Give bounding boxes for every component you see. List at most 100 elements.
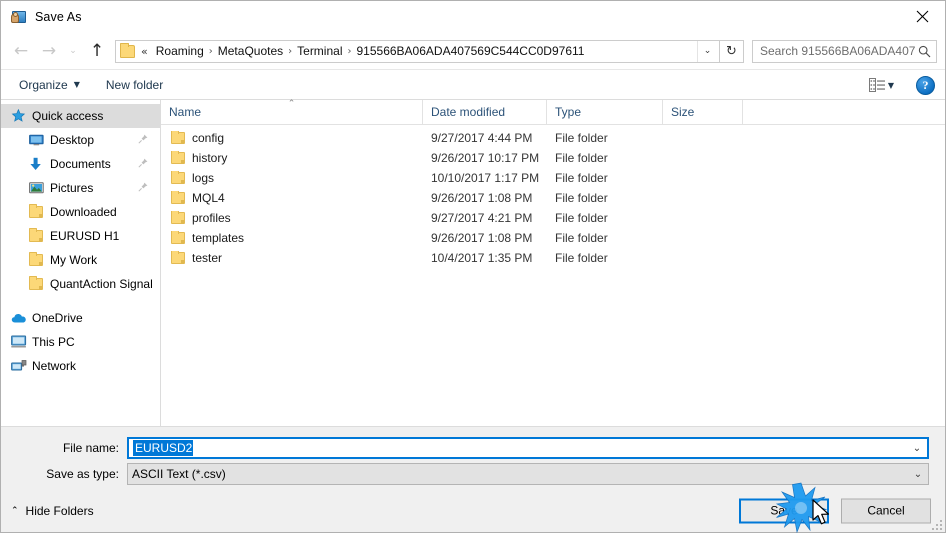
search-input[interactable]: Search 915566BA06ADA40756...: [760, 44, 916, 58]
file-name-input[interactable]: EURUSD2 ⌄: [127, 437, 929, 459]
sidebar-item-network[interactable]: Network: [1, 354, 160, 378]
hide-folders-button[interactable]: ⌃ Hide Folders: [11, 504, 94, 518]
resize-grip[interactable]: [929, 517, 942, 530]
sidebar-item-documents[interactable]: Documents: [1, 152, 160, 176]
table-row[interactable]: logs 10/10/2017 1:17 PM File folder: [161, 168, 945, 188]
view-list-icon: [868, 78, 885, 92]
file-name-cell: profiles: [161, 211, 423, 225]
address-bar[interactable]: « Roaming › MetaQuotes › Terminal › 9155…: [115, 39, 720, 63]
organize-button[interactable]: Organize ▼: [19, 78, 80, 92]
sidebar-item-quick-access[interactable]: Quick access: [1, 104, 160, 128]
file-name-value: EURUSD2: [133, 440, 194, 456]
network-icon: [11, 359, 28, 373]
pin-icon[interactable]: [138, 157, 148, 171]
sidebar-item-eurusd-h1[interactable]: EURUSD H1: [1, 224, 160, 248]
save-form: File name: EURUSD2 ⌄ Save as type: ASCII…: [1, 426, 945, 489]
up-arrow-icon: ↑: [89, 40, 105, 61]
file-name: logs: [192, 171, 215, 185]
folder-icon: [171, 131, 185, 144]
refresh-button[interactable]: ↻: [720, 39, 744, 63]
sidebar-item-onedrive[interactable]: OneDrive: [1, 306, 160, 330]
help-button[interactable]: ?: [916, 75, 935, 95]
table-row[interactable]: templates 9/26/2017 1:08 PM File folder: [161, 228, 945, 248]
pin-icon[interactable]: [138, 181, 148, 195]
cancel-button[interactable]: Cancel: [841, 498, 931, 523]
sidebar-item-label: Documents: [50, 157, 111, 171]
file-name: profiles: [192, 211, 231, 225]
file-type: File folder: [555, 211, 608, 225]
sidebar-item-desktop[interactable]: Desktop: [1, 128, 160, 152]
column-header-name[interactable]: ⌃ Name: [161, 100, 423, 124]
sidebar-item-label: Network: [32, 359, 77, 373]
chevron-down-icon[interactable]: ⌄: [908, 469, 928, 480]
file-name-label: File name:: [62, 441, 119, 455]
file-name: tester: [192, 251, 223, 265]
breadcrumb-overflow-icon[interactable]: «: [139, 45, 152, 58]
address-dropdown-button[interactable]: ⌄: [697, 40, 717, 62]
table-row[interactable]: MQL4 9/26/2017 1:08 PM File folder: [161, 188, 945, 208]
new-folder-button[interactable]: New folder: [106, 78, 163, 92]
sidebar-item-label: Quick access: [32, 109, 104, 123]
save-as-type-label: Save as type:: [46, 467, 119, 481]
search-icon: [916, 45, 932, 58]
pin-icon[interactable]: [138, 133, 148, 147]
folder-icon: [171, 231, 185, 244]
footer-button-group: Save Cancel: [739, 498, 931, 523]
breadcrumb-item-terminal[interactable]: Terminal: [293, 42, 346, 60]
help-label: ?: [922, 77, 929, 92]
table-row[interactable]: config 9/27/2017 4:44 PM File folder: [161, 128, 945, 148]
onedrive-icon: [11, 312, 28, 324]
file-name-cell: config: [161, 131, 423, 145]
column-header-size[interactable]: Size: [663, 100, 743, 124]
search-box[interactable]: Search 915566BA06ADA40756...: [752, 39, 937, 63]
table-row[interactable]: profiles 9/27/2017 4:21 PM File folder: [161, 208, 945, 228]
chevron-up-icon: ⌃: [11, 505, 19, 516]
file-type: File folder: [555, 251, 608, 265]
breadcrumb-item-roaming[interactable]: Roaming: [152, 42, 208, 60]
column-headers: ⌃ Name Date modified Type Size: [161, 100, 945, 125]
sidebar-item-my-work[interactable]: My Work: [1, 248, 160, 272]
save-button[interactable]: Save: [739, 498, 829, 523]
cancel-button-label: Cancel: [867, 503, 905, 518]
forward-arrow-icon: →: [41, 40, 57, 61]
forward-button[interactable]: →: [35, 37, 63, 65]
file-name-cell: MQL4: [161, 191, 423, 205]
file-name: history: [192, 151, 228, 165]
sidebar-item-this-pc[interactable]: This PC: [1, 330, 160, 354]
chevron-down-icon[interactable]: ⌄: [907, 443, 927, 454]
change-view-button[interactable]: ▼: [868, 78, 894, 92]
file-date: 10/4/2017 1:35 PM: [431, 251, 533, 265]
folder-icon: [120, 42, 135, 58]
sidebar-item-label: QuantAction Signal: [50, 277, 153, 291]
breadcrumb-item-metaquotes[interactable]: MetaQuotes: [214, 42, 287, 60]
sidebar-item-pictures[interactable]: Pictures: [1, 176, 160, 200]
folder-icon: [29, 252, 46, 266]
file-type: File folder: [555, 171, 608, 185]
chevron-down-icon: ▼: [887, 80, 894, 90]
window-title: Save As: [35, 10, 82, 24]
sidebar-item-label: Pictures: [50, 181, 94, 195]
breadcrumb-item-terminal-id[interactable]: 915566BA06ADA407569C544CC0D97611: [353, 42, 589, 60]
table-row[interactable]: history 9/26/2017 10:17 PM File folder: [161, 148, 945, 168]
up-button[interactable]: ↑: [83, 37, 111, 65]
recent-locations-button[interactable]: ⌄: [63, 37, 83, 65]
save-as-type-select[interactable]: ASCII Text (*.csv) ⌄: [127, 463, 929, 485]
navigation-bar: ← → ⌄ ↑ « Roaming › MetaQuotes › Termina…: [1, 33, 945, 69]
folder-icon: [171, 171, 185, 184]
file-name-cell: templates: [161, 231, 423, 245]
file-name-cell: logs: [161, 171, 423, 185]
back-arrow-icon: ←: [13, 40, 29, 61]
save-as-dialog: Save As ← → ⌄ ↑ « Roaming › MetaQuotes ›…: [0, 0, 946, 533]
close-button[interactable]: [899, 1, 945, 32]
folder-icon: [29, 276, 46, 290]
column-header-date-modified[interactable]: Date modified: [423, 100, 547, 124]
back-button[interactable]: ←: [7, 37, 35, 65]
file-name: MQL4: [192, 191, 225, 205]
table-row[interactable]: tester 10/4/2017 1:35 PM File folder: [161, 248, 945, 268]
column-header-type[interactable]: Type: [547, 100, 663, 124]
sidebar-item-downloaded[interactable]: Downloaded: [1, 200, 160, 224]
sidebar-item-quantaction-signal[interactable]: QuantAction Signal: [1, 272, 160, 296]
sidebar-item-label: EURUSD H1: [50, 229, 120, 243]
folder-icon: [29, 228, 46, 242]
hide-folders-label: Hide Folders: [25, 503, 94, 518]
